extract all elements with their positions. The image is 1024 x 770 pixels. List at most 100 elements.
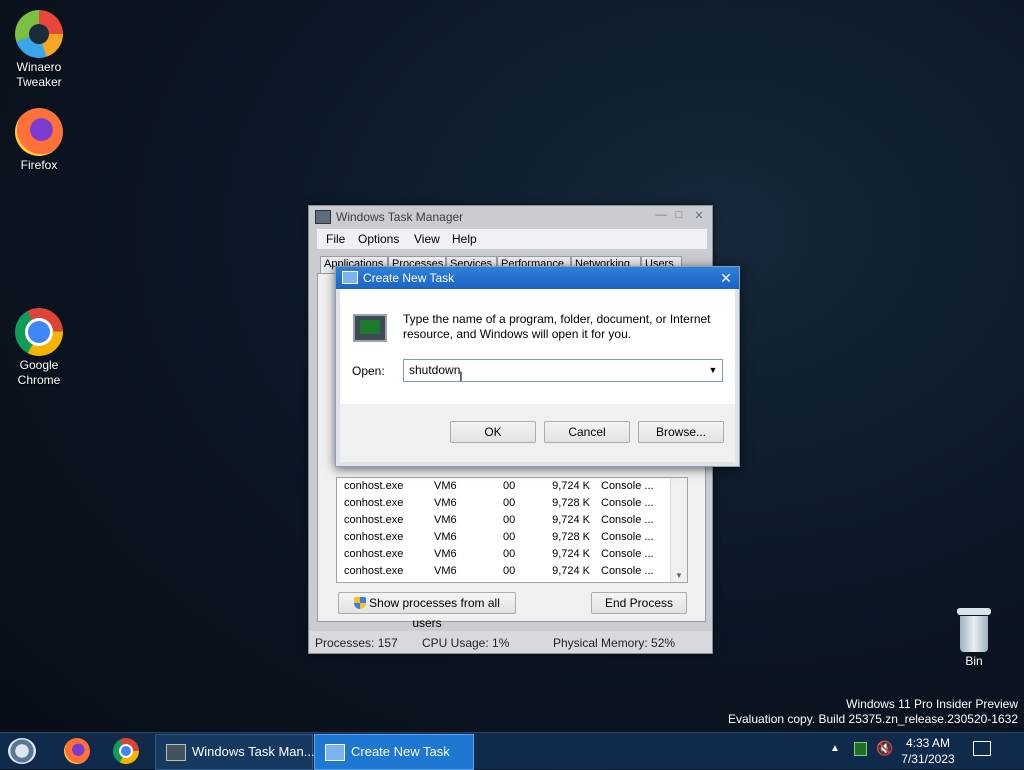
show-all-processes-button[interactable]: Show processes from all users <box>338 592 516 630</box>
clock[interactable]: 4:33 AM 7/31/2023 <box>900 735 956 767</box>
process-memory: 9,724 K <box>552 480 590 492</box>
ok-button[interactable]: OK <box>450 421 536 443</box>
desktop-icon-label: Google <box>19 358 59 372</box>
process-name: conhost.exe <box>344 565 404 577</box>
chrome-icon <box>15 308 63 356</box>
dialog-title: Create New Task <box>363 271 455 285</box>
process-memory: 9,724 K <box>552 514 590 526</box>
status-cpu-usage: CPU Usage: 1% <box>422 636 510 650</box>
run-dialog-icon <box>325 744 345 761</box>
speaker-muted-icon[interactable]: 🔇 <box>876 740 893 757</box>
process-user: VM6 <box>434 531 457 543</box>
desktop-icon-recycle-bin[interactable]: Bin <box>936 608 1012 669</box>
minimize-icon[interactable]: — <box>653 209 669 223</box>
task-manager-status-bar: Processes: 157 CPU Usage: 1% Physical Me… <box>309 631 712 653</box>
table-row[interactable]: conhost.exe VM6 00 9,728 K Console ... <box>337 495 671 512</box>
task-manager-icon <box>315 210 331 224</box>
scroll-down-icon[interactable]: ▼ <box>671 571 687 580</box>
dialog-close-icon[interactable]: ✕ <box>717 269 735 287</box>
taskbar-firefox-icon[interactable] <box>64 738 90 764</box>
process-description: Console ... <box>601 497 654 509</box>
chevron-down-icon[interactable]: ▼ <box>706 362 720 378</box>
process-list-scrollbar[interactable]: ▼ <box>670 478 687 582</box>
menu-options[interactable]: Options <box>358 232 399 246</box>
table-row[interactable]: conhost.exe VM6 00 9,724 K Console ... <box>337 478 671 495</box>
maximize-icon[interactable]: □ <box>671 209 687 223</box>
process-user: VM6 <box>434 548 457 560</box>
process-name: conhost.exe <box>344 514 404 526</box>
process-name: conhost.exe <box>344 497 404 509</box>
desktop-icon-label: Chrome <box>17 373 61 387</box>
desktop-icon-label: Firefox <box>20 158 58 172</box>
dialog-buttons: OK Cancel Browse... <box>340 404 735 462</box>
process-cpu: 00 <box>503 548 516 560</box>
dialog-description: Type the name of a program, folder, docu… <box>403 312 711 341</box>
text-cursor-icon: I <box>459 368 463 384</box>
process-cpu: 00 <box>503 497 516 509</box>
create-new-task-dialog: Create New Task ✕ Type the name of a pro… <box>335 266 740 467</box>
process-user: VM6 <box>434 514 457 526</box>
task-manager-menu-bar: File Options View Help <box>317 229 707 249</box>
uac-shield-icon <box>354 597 367 609</box>
process-cpu: 00 <box>503 480 516 492</box>
taskbar-create-new-task[interactable]: Create New Task <box>314 734 474 770</box>
status-physical-memory: Physical Memory: 52% <box>553 636 676 650</box>
process-memory: 9,728 K <box>552 531 590 543</box>
dialog-title-bar[interactable]: Create New Task ✕ <box>336 267 739 289</box>
taskbar-task-label: Windows Task Man... <box>192 744 315 759</box>
start-button[interactable] <box>8 738 36 764</box>
evaluation-watermark: Windows 11 Pro Insider Preview Evaluatio… <box>728 697 1018 727</box>
chevron-up-icon[interactable]: ▲ <box>830 743 840 754</box>
menu-view[interactable]: View <box>414 232 440 246</box>
process-memory: 9,728 K <box>552 497 590 509</box>
network-icon[interactable] <box>854 742 867 756</box>
firefox-icon <box>15 108 63 156</box>
process-list[interactable]: conhost.exe VM6 00 9,724 K Console ... c… <box>336 477 688 583</box>
watermark-line: Windows 11 Pro Insider Preview <box>846 697 1018 711</box>
desktop-icon-winaero-tweaker[interactable]: Winaero Tweaker <box>1 10 77 90</box>
taskbar-task-label: Create New Task <box>351 744 450 759</box>
process-cpu: 00 <box>503 514 516 526</box>
process-user: VM6 <box>434 565 457 577</box>
process-name: conhost.exe <box>344 480 404 492</box>
menu-file[interactable]: File <box>326 232 345 246</box>
table-row[interactable]: conhost.exe VM6 00 9,724 K Console ... <box>337 512 671 529</box>
status-processes: Processes: 157 <box>315 636 398 650</box>
table-row[interactable]: conhost.exe VM6 00 9,724 K Console ... <box>337 546 671 563</box>
program-icon <box>353 314 387 342</box>
desktop-icon-firefox[interactable]: Firefox <box>1 108 77 173</box>
open-combobox[interactable]: shutdown ▼ <box>403 359 723 382</box>
taskbar-chrome-icon[interactable] <box>113 738 139 764</box>
desktop-icon-label: Winaero <box>16 60 62 74</box>
end-process-button[interactable]: End Process <box>591 592 687 614</box>
winaero-icon <box>15 10 63 58</box>
process-description: Console ... <box>601 565 654 577</box>
process-name: conhost.exe <box>344 548 404 560</box>
taskbar: Windows Task Man... Create New Task ▲ 🔇 … <box>0 732 1024 770</box>
process-name: conhost.exe <box>344 531 404 543</box>
cancel-button[interactable]: Cancel <box>544 421 630 443</box>
task-manager-title-bar[interactable]: Windows Task Manager — □ ✕ <box>309 206 712 228</box>
desktop-icon-label: Bin <box>965 654 983 668</box>
process-user: VM6 <box>434 497 457 509</box>
menu-help[interactable]: Help <box>452 232 477 246</box>
process-user: VM6 <box>434 480 457 492</box>
browse-button[interactable]: Browse... <box>638 421 724 443</box>
process-description: Console ... <box>601 531 654 543</box>
clock-time: 4:33 AM <box>905 736 951 750</box>
process-memory: 9,724 K <box>552 565 590 577</box>
open-input[interactable]: shutdown <box>409 363 460 377</box>
task-manager-title: Windows Task Manager <box>336 210 464 224</box>
table-row[interactable]: conhost.exe VM6 00 9,724 K Console ... <box>337 563 671 580</box>
dialog-body: Type the name of a program, folder, docu… <box>340 289 735 404</box>
desktop-icon-label: Tweaker <box>16 75 62 89</box>
process-description: Console ... <box>601 548 654 560</box>
process-description: Console ... <box>601 514 654 526</box>
taskbar-task-manager[interactable]: Windows Task Man... <box>155 734 315 770</box>
process-description: Console ... <box>601 480 654 492</box>
table-row[interactable]: conhost.exe VM6 00 9,728 K Console ... <box>337 529 671 546</box>
desktop-icon-google-chrome[interactable]: Google Chrome <box>1 308 77 388</box>
notifications-icon[interactable] <box>973 741 991 756</box>
close-icon[interactable]: ✕ <box>691 209 707 223</box>
show-all-processes-label: Show processes from all users <box>369 596 500 630</box>
